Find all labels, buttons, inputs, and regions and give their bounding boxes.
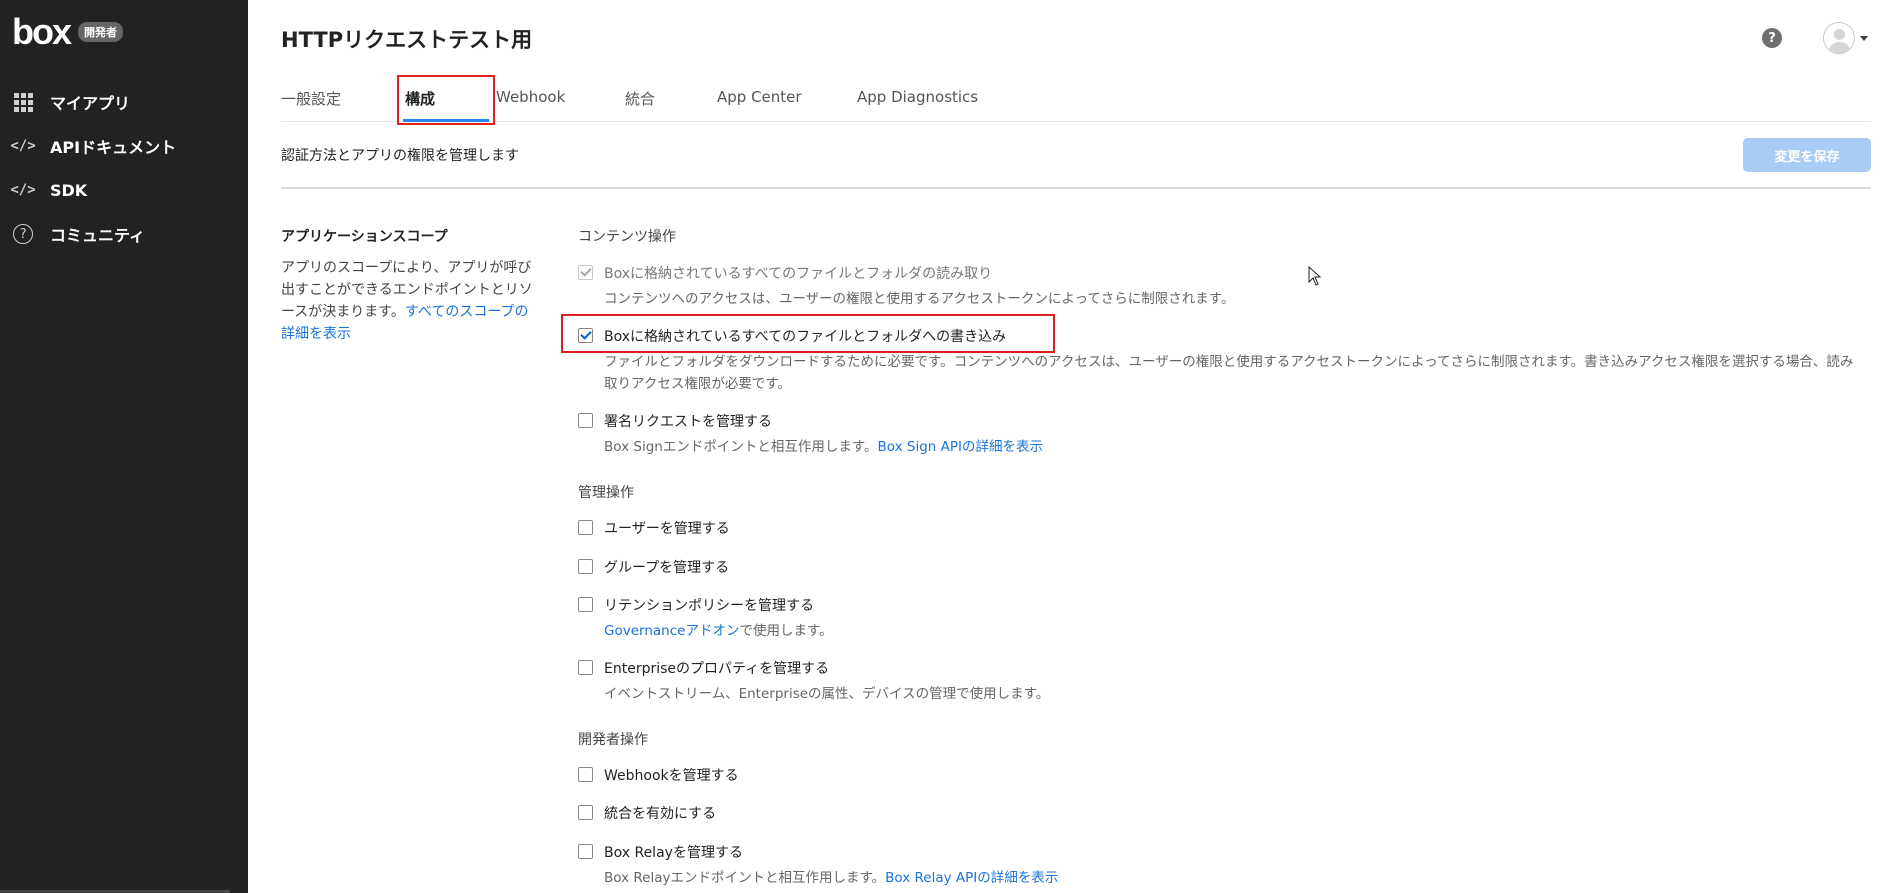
page-title: HTTPリクエストテスト用 bbox=[281, 28, 533, 52]
read-files-label: Boxに格納されているすべてのファイルとフォルダの読み取り bbox=[604, 266, 993, 282]
write-files-description: ファイルとフォルダをダウンロードするために必要です。コンテンツへのアクセスは、ユ… bbox=[604, 354, 1854, 392]
chevron-down-icon[interactable] bbox=[1860, 36, 1868, 41]
governance-addon-link[interactable]: Governanceアドオン bbox=[604, 623, 739, 639]
manage-retention-checkbox[interactable] bbox=[578, 597, 593, 612]
dev-ops-title: 開発者操作 bbox=[578, 732, 648, 748]
highlight-box-write-scope bbox=[561, 314, 1055, 353]
relay-description-text: Box Relayエンドポイントと相互作用します。 bbox=[604, 870, 886, 886]
sidebar: box 開発者 マイアプリ </> APIドキュメント </> SDK ? コミ… bbox=[0, 0, 248, 893]
read-files-checkbox bbox=[578, 265, 593, 280]
sign-description: Box Signエンドポイントと相互作用します。Box Sign APIの詳細を… bbox=[604, 436, 1866, 458]
apps-grid-icon bbox=[12, 91, 34, 113]
manage-signature-requests-label[interactable]: 署名リクエストを管理する bbox=[604, 411, 772, 431]
save-changes-button[interactable]: 変更を保存 bbox=[1743, 138, 1871, 172]
manage-webhooks-label[interactable]: Webhookを管理する bbox=[604, 765, 739, 785]
retention-description: Governanceアドオンで使用します。 bbox=[604, 620, 1866, 642]
sign-description-text: Box Signエンドポイントと相互作用します。 bbox=[604, 439, 878, 455]
sidebar-item-label: APIドキュメント bbox=[50, 138, 177, 157]
sidebar-item-label: SDK bbox=[50, 180, 88, 200]
box-logo: box bbox=[12, 11, 72, 52]
box-sign-api-link[interactable]: Box Sign APIの詳細を表示 bbox=[877, 439, 1042, 455]
scope-title: アプリケーションスコープ bbox=[281, 229, 448, 245]
box-relay-api-link[interactable]: Box Relay APIの詳細を表示 bbox=[885, 870, 1058, 886]
sidebar-item-api-docs[interactable]: </> APIドキュメント bbox=[0, 124, 248, 168]
tab-app-center[interactable]: App Center bbox=[717, 88, 802, 106]
manage-signature-requests-checkbox[interactable] bbox=[578, 413, 593, 428]
developer-badge: 開発者 bbox=[78, 22, 124, 42]
manage-users-checkbox[interactable] bbox=[578, 520, 593, 535]
tab-general[interactable]: 一般設定 bbox=[281, 88, 341, 109]
retention-description-text: で使用します。 bbox=[739, 623, 833, 639]
avatar-head bbox=[1834, 29, 1845, 40]
sidebar-item-community[interactable]: ? コミュニティ bbox=[0, 212, 248, 256]
tab-webhook[interactable]: Webhook bbox=[496, 88, 565, 106]
avatar[interactable] bbox=[1823, 22, 1855, 54]
sidebar-nav: マイアプリ </> APIドキュメント </> SDK ? コミュニティ bbox=[0, 80, 248, 256]
question-circle-icon: ? bbox=[12, 223, 34, 245]
mouse-cursor-icon bbox=[1308, 266, 1322, 286]
manage-box-relay-label[interactable]: Box Relayを管理する bbox=[604, 842, 743, 862]
manage-enterprise-checkbox[interactable] bbox=[578, 660, 593, 675]
content-ops-title: コンテンツ操作 bbox=[578, 229, 676, 245]
sidebar-item-label: マイアプリ bbox=[50, 94, 131, 113]
manage-groups-label[interactable]: グループを管理する bbox=[604, 557, 729, 577]
enable-integrations-checkbox[interactable] bbox=[578, 805, 593, 820]
manage-webhooks-checkbox[interactable] bbox=[578, 767, 593, 782]
sidebar-item-label: コミュニティ bbox=[50, 226, 146, 245]
manage-retention-label[interactable]: リテンションポリシーを管理する bbox=[604, 595, 814, 615]
admin-ops-title: 管理操作 bbox=[578, 485, 634, 501]
relay-description: Box Relayエンドポイントと相互作用します。Box Relay APIの詳… bbox=[604, 867, 1866, 889]
scope-description: アプリのスコープにより、アプリが呼び出すことができるエンドポイントとリソースが決… bbox=[281, 257, 535, 345]
section-divider bbox=[281, 187, 1871, 189]
tab-bar: 一般設定 構成 Webhook 統合 App Center App Diagno… bbox=[281, 76, 1871, 122]
subheader-description: 認証方法とアプリの権限を管理します bbox=[281, 148, 519, 164]
enable-integrations-label[interactable]: 統合を有効にする bbox=[604, 803, 716, 823]
tab-app-diagnostics[interactable]: App Diagnostics bbox=[857, 88, 978, 106]
help-icon[interactable]: ? bbox=[1762, 28, 1782, 48]
enterprise-description: イベントストリーム、Enterpriseの属性、デバイスの管理で使用します。 bbox=[604, 686, 1050, 702]
sidebar-item-my-apps[interactable]: マイアプリ bbox=[0, 80, 248, 124]
sidebar-item-sdk[interactable]: </> SDK bbox=[0, 168, 248, 212]
manage-groups-checkbox[interactable] bbox=[578, 559, 593, 574]
highlight-box-tab bbox=[397, 75, 495, 125]
code-icon: </> bbox=[10, 182, 36, 198]
brand[interactable]: box 開発者 bbox=[12, 11, 124, 52]
manage-enterprise-label[interactable]: Enterpriseのプロパティを管理する bbox=[604, 658, 829, 678]
tab-integrations[interactable]: 統合 bbox=[625, 88, 655, 109]
manage-box-relay-checkbox[interactable] bbox=[578, 844, 593, 859]
avatar-body bbox=[1829, 42, 1850, 53]
manage-users-label[interactable]: ユーザーを管理する bbox=[604, 518, 730, 538]
read-files-description: コンテンツへのアクセスは、ユーザーの権限と使用するアクセストークンによってさらに… bbox=[604, 291, 1235, 307]
code-icon: </> bbox=[10, 138, 36, 154]
